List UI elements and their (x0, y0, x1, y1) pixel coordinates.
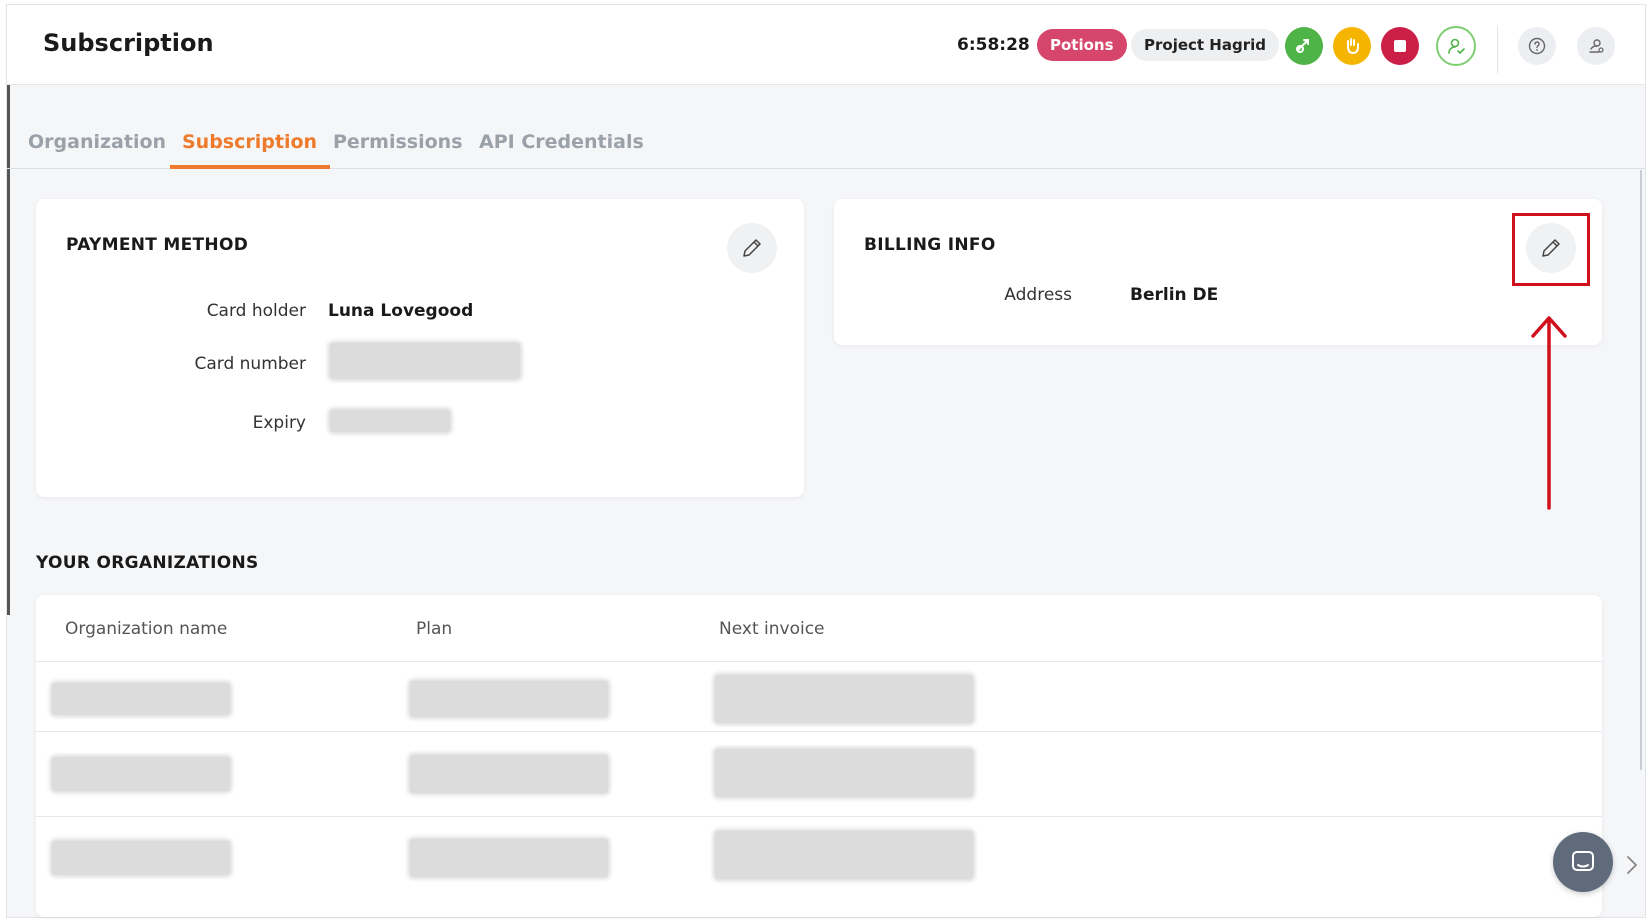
column-header-next-invoice: Next invoice (719, 619, 825, 639)
column-header-plan: Plan (416, 619, 453, 639)
settings-tabs: Organization Subscription Permissions AP… (7, 85, 1645, 169)
admin-settings-button[interactable] (1577, 27, 1615, 65)
address-value: Berlin DE (1130, 285, 1219, 305)
card-number-label: Card number (194, 354, 306, 374)
billing-info-card: BILLING INFO Address Berlin DE (834, 199, 1602, 345)
stop-icon (1394, 40, 1406, 52)
user-icon (1448, 38, 1465, 55)
chat-icon (1572, 851, 1594, 871)
project-badge[interactable]: Project Hagrid (1131, 29, 1279, 61)
organizations-table: Organization name Plan Next invoice (36, 595, 1602, 917)
tab-api-credentials[interactable]: API Credentials (479, 131, 644, 153)
session-timer: 6:58:28 (957, 35, 1030, 55)
billing-info-title: BILLING INFO (864, 235, 996, 255)
tab-organization[interactable]: Organization (28, 131, 166, 153)
plan-redacted (410, 839, 608, 877)
card-holder-label: Card holder (206, 301, 306, 321)
expiry-redacted (330, 410, 450, 432)
stop-button[interactable] (1381, 27, 1419, 65)
transfer-icon (1296, 39, 1309, 53)
payment-method-card: PAYMENT METHOD Card holder Luna Lovegood… (36, 199, 804, 497)
hand-icon (1347, 38, 1359, 55)
header-divider (1497, 25, 1498, 73)
active-tab-indicator (170, 165, 330, 169)
invoice-redacted (715, 831, 973, 879)
potions-badge[interactable]: Potions (1037, 29, 1127, 61)
plan-redacted (410, 755, 608, 793)
card-holder-value: Luna Lovegood (328, 301, 474, 321)
plan-redacted (410, 681, 608, 717)
expiry-label: Expiry (252, 413, 306, 433)
tab-permissions[interactable]: Permissions (333, 131, 463, 153)
org-name-redacted (52, 757, 230, 791)
annotation-arrow-icon (1531, 316, 1567, 510)
top-header: Subscription 6:58:28 Potions Project Hag… (7, 5, 1645, 85)
user-profile-button[interactable] (1436, 26, 1476, 66)
invoice-redacted (715, 675, 973, 723)
admin-settings-icon (1589, 39, 1604, 53)
question-icon (1528, 37, 1546, 55)
invoice-redacted (715, 749, 973, 797)
organizations-title: YOUR ORGANIZATIONS (36, 553, 259, 573)
org-name-redacted (52, 683, 230, 715)
annotation-highlight-box (1512, 213, 1590, 286)
pencil-icon (743, 239, 761, 257)
address-label: Address (1004, 285, 1072, 305)
edit-payment-button[interactable] (727, 223, 777, 273)
transfer-button[interactable] (1285, 27, 1323, 65)
help-button[interactable] (1518, 27, 1556, 65)
column-header-organization: Organization name (65, 619, 228, 639)
org-name-redacted (52, 841, 230, 875)
payment-method-title: PAYMENT METHOD (66, 235, 249, 255)
scrollbar-track[interactable] (1640, 170, 1642, 770)
chat-launcher-button[interactable] (1553, 832, 1613, 892)
page-title: Subscription (43, 29, 214, 57)
row-separator (36, 661, 1602, 662)
tab-subscription[interactable]: Subscription (182, 131, 317, 153)
row-separator (36, 731, 1602, 732)
hand-button[interactable] (1333, 27, 1371, 65)
card-number-redacted (330, 343, 520, 379)
chevron-right-icon[interactable] (1625, 854, 1639, 876)
row-separator (36, 816, 1602, 817)
